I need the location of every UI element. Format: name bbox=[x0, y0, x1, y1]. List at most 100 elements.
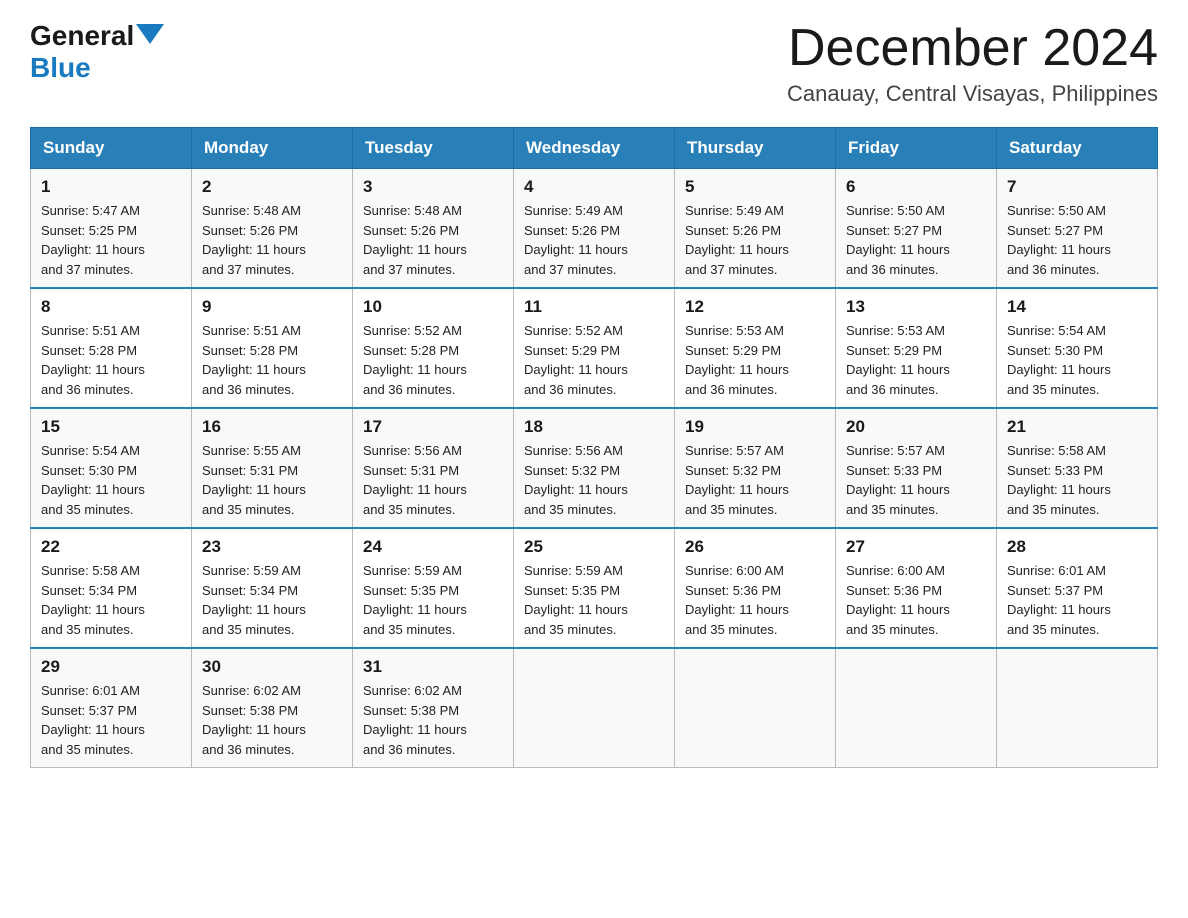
day-info: Sunrise: 5:56 AMSunset: 5:32 PMDaylight:… bbox=[524, 441, 664, 519]
day-info: Sunrise: 5:50 AMSunset: 5:27 PMDaylight:… bbox=[846, 201, 986, 279]
day-info: Sunrise: 5:53 AMSunset: 5:29 PMDaylight:… bbox=[685, 321, 825, 399]
location-subtitle: Canauay, Central Visayas, Philippines bbox=[787, 81, 1158, 107]
day-info: Sunrise: 5:47 AMSunset: 5:25 PMDaylight:… bbox=[41, 201, 181, 279]
day-info: Sunrise: 5:49 AMSunset: 5:26 PMDaylight:… bbox=[685, 201, 825, 279]
day-info: Sunrise: 5:59 AMSunset: 5:34 PMDaylight:… bbox=[202, 561, 342, 639]
day-number: 22 bbox=[41, 537, 181, 557]
calendar-cell: 29 Sunrise: 6:01 AMSunset: 5:37 PMDayligh… bbox=[31, 648, 192, 768]
day-number: 18 bbox=[524, 417, 664, 437]
day-info: Sunrise: 5:48 AMSunset: 5:26 PMDaylight:… bbox=[363, 201, 503, 279]
day-number: 20 bbox=[846, 417, 986, 437]
calendar-cell: 5Sunrise: 5:49 AMSunset: 5:26 PMDaylight… bbox=[675, 169, 836, 289]
day-number: 15 bbox=[41, 417, 181, 437]
weekday-header-wednesday: Wednesday bbox=[514, 128, 675, 169]
day-info: Sunrise: 6:01 AMSunset: 5:37 PMDaylight:… bbox=[1007, 561, 1147, 639]
day-number: 13 bbox=[846, 297, 986, 317]
day-info: Sunrise: 5:55 AMSunset: 5:31 PMDaylight:… bbox=[202, 441, 342, 519]
calendar-cell: 4Sunrise: 5:49 AMSunset: 5:26 PMDaylight… bbox=[514, 169, 675, 289]
week-row-3: 15 Sunrise: 5:54 AMSunset: 5:30 PMDayligh… bbox=[31, 408, 1158, 528]
week-row-4: 22 Sunrise: 5:58 AMSunset: 5:34 PMDayligh… bbox=[31, 528, 1158, 648]
calendar-cell bbox=[997, 648, 1158, 768]
calendar-cell: 12 Sunrise: 5:53 AMSunset: 5:29 PMDayligh… bbox=[675, 288, 836, 408]
day-info: Sunrise: 5:53 AMSunset: 5:29 PMDaylight:… bbox=[846, 321, 986, 399]
day-number: 6 bbox=[846, 177, 986, 197]
day-number: 30 bbox=[202, 657, 342, 677]
calendar-cell: 27 Sunrise: 6:00 AMSunset: 5:36 PMDayligh… bbox=[836, 528, 997, 648]
calendar-cell: 19Sunrise: 5:57 AMSunset: 5:32 PMDayligh… bbox=[675, 408, 836, 528]
day-info: Sunrise: 5:59 AMSunset: 5:35 PMDaylight:… bbox=[524, 561, 664, 639]
logo-triangle-icon bbox=[136, 24, 164, 44]
calendar-cell: 26 Sunrise: 6:00 AMSunset: 5:36 PMDayligh… bbox=[675, 528, 836, 648]
day-number: 8 bbox=[41, 297, 181, 317]
day-number: 16 bbox=[202, 417, 342, 437]
day-number: 14 bbox=[1007, 297, 1147, 317]
calendar-cell: 30Sunrise: 6:02 AMSunset: 5:38 PMDayligh… bbox=[192, 648, 353, 768]
day-number: 11 bbox=[524, 297, 664, 317]
title-section: December 2024 Canauay, Central Visayas, … bbox=[787, 20, 1158, 107]
calendar-cell: 21 Sunrise: 5:58 AMSunset: 5:33 PMDayligh… bbox=[997, 408, 1158, 528]
day-number: 27 bbox=[846, 537, 986, 557]
calendar-cell: 1 Sunrise: 5:47 AMSunset: 5:25 PMDaylight… bbox=[31, 169, 192, 289]
calendar-cell: 10Sunrise: 5:52 AMSunset: 5:28 PMDayligh… bbox=[353, 288, 514, 408]
calendar-cell: 25 Sunrise: 5:59 AMSunset: 5:35 PMDayligh… bbox=[514, 528, 675, 648]
calendar-cell: 11 Sunrise: 5:52 AMSunset: 5:29 PMDayligh… bbox=[514, 288, 675, 408]
day-info: Sunrise: 6:02 AMSunset: 5:38 PMDaylight:… bbox=[363, 681, 503, 759]
day-info: Sunrise: 5:49 AMSunset: 5:26 PMDaylight:… bbox=[524, 201, 664, 279]
day-number: 19 bbox=[685, 417, 825, 437]
calendar-table: SundayMondayTuesdayWednesdayThursdayFrid… bbox=[30, 127, 1158, 768]
day-info: Sunrise: 5:58 AMSunset: 5:34 PMDaylight:… bbox=[41, 561, 181, 639]
week-row-1: 1 Sunrise: 5:47 AMSunset: 5:25 PMDaylight… bbox=[31, 169, 1158, 289]
calendar-cell: 13 Sunrise: 5:53 AMSunset: 5:29 PMDayligh… bbox=[836, 288, 997, 408]
day-number: 31 bbox=[363, 657, 503, 677]
weekday-header-friday: Friday bbox=[836, 128, 997, 169]
day-number: 17 bbox=[363, 417, 503, 437]
day-number: 2 bbox=[202, 177, 342, 197]
day-number: 25 bbox=[524, 537, 664, 557]
logo-general-text: General bbox=[30, 20, 134, 52]
day-info: Sunrise: 5:52 AMSunset: 5:29 PMDaylight:… bbox=[524, 321, 664, 399]
calendar-cell: 16 Sunrise: 5:55 AMSunset: 5:31 PMDayligh… bbox=[192, 408, 353, 528]
calendar-cell: 28 Sunrise: 6:01 AMSunset: 5:37 PMDayligh… bbox=[997, 528, 1158, 648]
day-number: 12 bbox=[685, 297, 825, 317]
day-info: Sunrise: 5:54 AMSunset: 5:30 PMDaylight:… bbox=[41, 441, 181, 519]
day-number: 28 bbox=[1007, 537, 1147, 557]
weekday-header-saturday: Saturday bbox=[997, 128, 1158, 169]
day-info: Sunrise: 5:48 AMSunset: 5:26 PMDaylight:… bbox=[202, 201, 342, 279]
calendar-cell bbox=[836, 648, 997, 768]
calendar-cell: 15 Sunrise: 5:54 AMSunset: 5:30 PMDayligh… bbox=[31, 408, 192, 528]
day-info: Sunrise: 5:51 AMSunset: 5:28 PMDaylight:… bbox=[202, 321, 342, 399]
calendar-cell: 24 Sunrise: 5:59 AMSunset: 5:35 PMDayligh… bbox=[353, 528, 514, 648]
calendar-cell: 17Sunrise: 5:56 AMSunset: 5:31 PMDayligh… bbox=[353, 408, 514, 528]
weekday-header-row: SundayMondayTuesdayWednesdayThursdayFrid… bbox=[31, 128, 1158, 169]
calendar-cell: 20 Sunrise: 5:57 AMSunset: 5:33 PMDayligh… bbox=[836, 408, 997, 528]
logo-blue-text: Blue bbox=[30, 52, 91, 84]
day-info: Sunrise: 5:52 AMSunset: 5:28 PMDaylight:… bbox=[363, 321, 503, 399]
day-info: Sunrise: 6:00 AMSunset: 5:36 PMDaylight:… bbox=[846, 561, 986, 639]
day-number: 23 bbox=[202, 537, 342, 557]
day-number: 24 bbox=[363, 537, 503, 557]
day-info: Sunrise: 6:00 AMSunset: 5:36 PMDaylight:… bbox=[685, 561, 825, 639]
day-number: 1 bbox=[41, 177, 181, 197]
day-number: 9 bbox=[202, 297, 342, 317]
weekday-header-thursday: Thursday bbox=[675, 128, 836, 169]
calendar-cell: 7Sunrise: 5:50 AMSunset: 5:27 PMDaylight… bbox=[997, 169, 1158, 289]
month-title: December 2024 bbox=[787, 20, 1158, 77]
calendar-cell bbox=[514, 648, 675, 768]
day-number: 29 bbox=[41, 657, 181, 677]
day-info: Sunrise: 5:58 AMSunset: 5:33 PMDaylight:… bbox=[1007, 441, 1147, 519]
calendar-cell: 23 Sunrise: 5:59 AMSunset: 5:34 PMDayligh… bbox=[192, 528, 353, 648]
day-number: 3 bbox=[363, 177, 503, 197]
week-row-2: 8 Sunrise: 5:51 AMSunset: 5:28 PMDaylight… bbox=[31, 288, 1158, 408]
day-info: Sunrise: 6:01 AMSunset: 5:37 PMDaylight:… bbox=[41, 681, 181, 759]
calendar-cell: 31 Sunrise: 6:02 AMSunset: 5:38 PMDayligh… bbox=[353, 648, 514, 768]
calendar-cell: 6 Sunrise: 5:50 AMSunset: 5:27 PMDaylight… bbox=[836, 169, 997, 289]
day-info: Sunrise: 5:59 AMSunset: 5:35 PMDaylight:… bbox=[363, 561, 503, 639]
day-info: Sunrise: 5:51 AMSunset: 5:28 PMDaylight:… bbox=[41, 321, 181, 399]
calendar-cell: 18 Sunrise: 5:56 AMSunset: 5:32 PMDayligh… bbox=[514, 408, 675, 528]
day-info: Sunrise: 5:57 AMSunset: 5:33 PMDaylight:… bbox=[846, 441, 986, 519]
calendar-cell: 2 Sunrise: 5:48 AMSunset: 5:26 PMDaylight… bbox=[192, 169, 353, 289]
day-number: 21 bbox=[1007, 417, 1147, 437]
calendar-cell: 3 Sunrise: 5:48 AMSunset: 5:26 PMDaylight… bbox=[353, 169, 514, 289]
calendar-cell: 14Sunrise: 5:54 AMSunset: 5:30 PMDayligh… bbox=[997, 288, 1158, 408]
day-number: 26 bbox=[685, 537, 825, 557]
